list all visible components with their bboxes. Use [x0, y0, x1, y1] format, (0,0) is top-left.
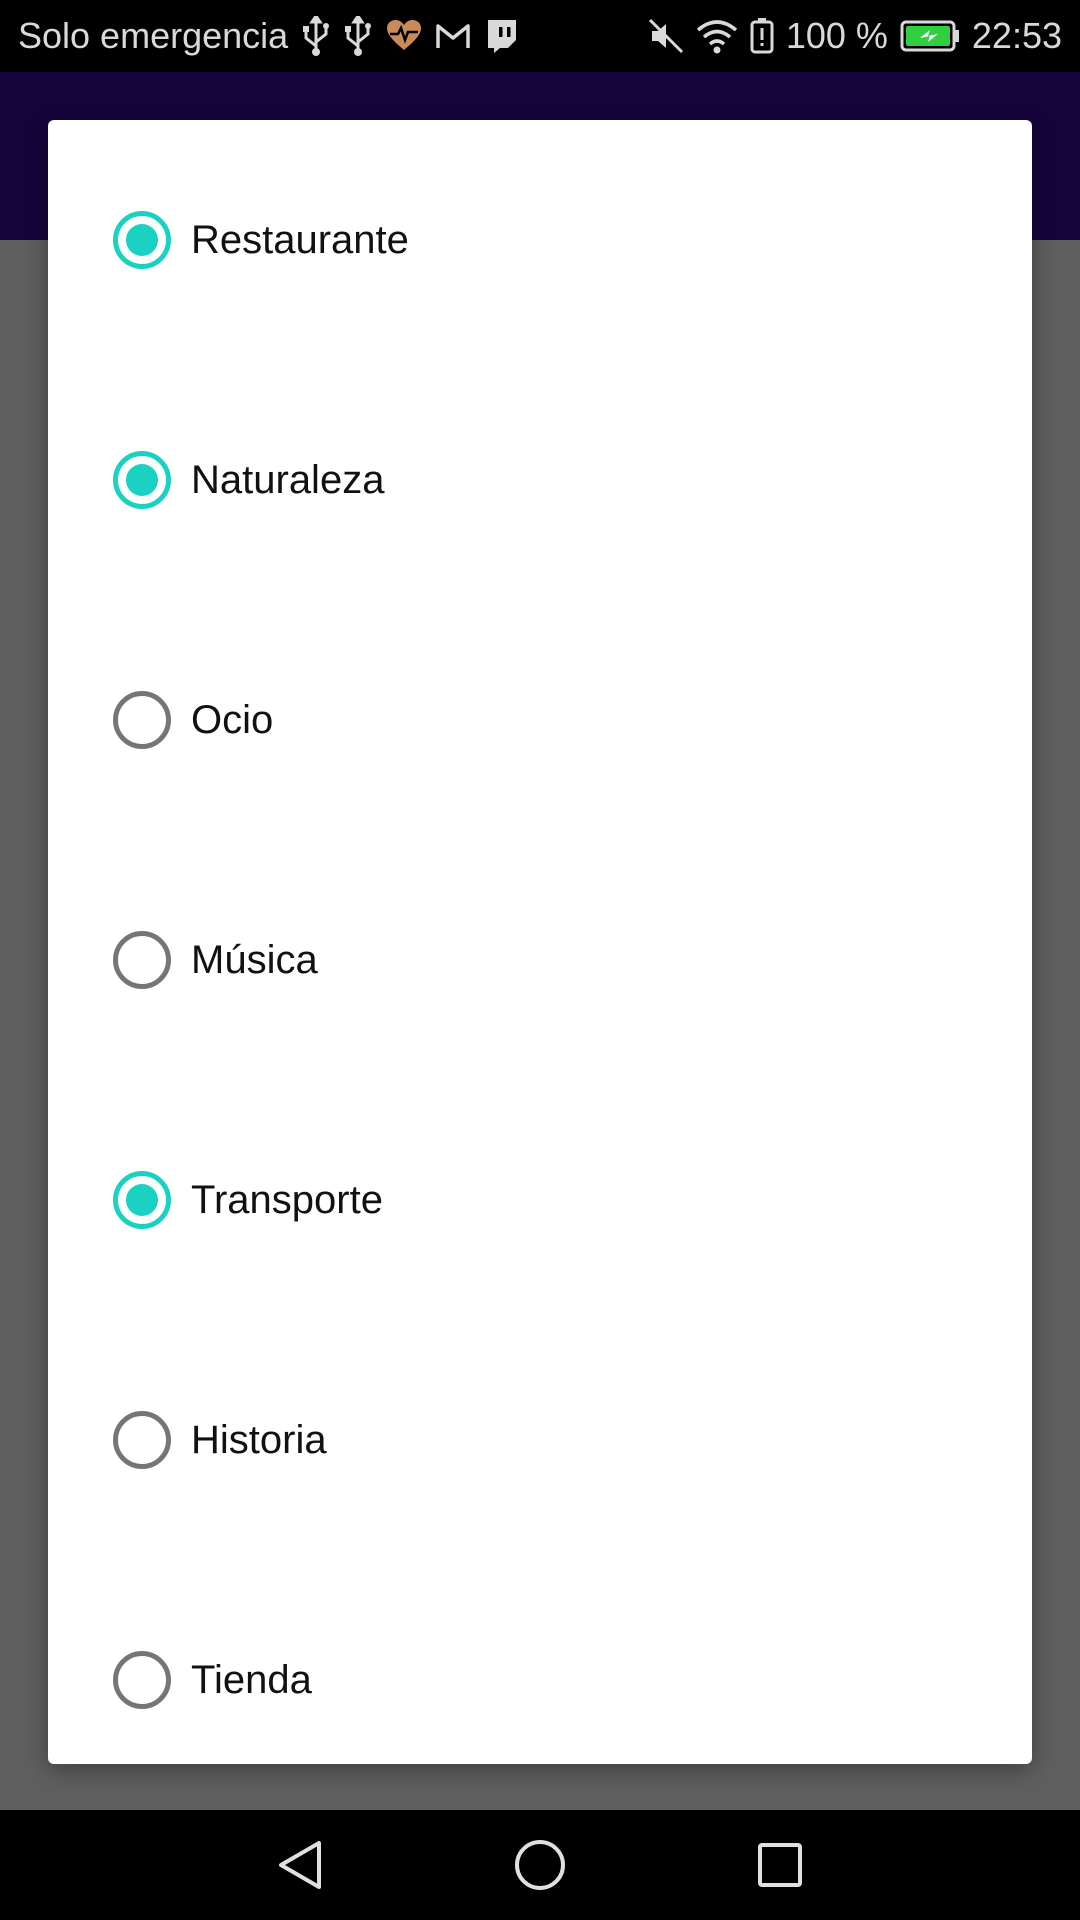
- radio-unchecked-icon[interactable]: [113, 691, 171, 749]
- radio-dot: [126, 464, 158, 496]
- radio-option-tienda[interactable]: Tienda: [48, 1560, 1032, 1800]
- radio-dot: [126, 1184, 158, 1216]
- back-icon: [279, 1841, 321, 1889]
- clock: 22:53: [971, 15, 1062, 56]
- radio-option-transporte[interactable]: Transporte: [48, 1080, 1032, 1320]
- radio-checked-icon[interactable]: [113, 211, 171, 269]
- wifi-icon: [696, 18, 738, 54]
- battery-charging-icon: [900, 20, 960, 52]
- status-left: Solo emergencia: [18, 15, 518, 57]
- radio-unchecked-icon[interactable]: [113, 1651, 171, 1709]
- status-bar: Solo emergencia 100 % 22:53: [0, 0, 1080, 72]
- radio-unchecked-icon[interactable]: [113, 931, 171, 989]
- option-label: Transporte: [191, 1177, 383, 1222]
- radio-unchecked-icon[interactable]: [113, 1411, 171, 1469]
- home-button[interactable]: [480, 1810, 600, 1920]
- radio-option-restaurante[interactable]: Restaurante: [48, 120, 1032, 360]
- gmail-icon: [436, 22, 470, 50]
- radio-option-musica[interactable]: Música: [48, 840, 1032, 1080]
- recents-icon: [758, 1843, 802, 1887]
- navigation-bar: [0, 1810, 1080, 1920]
- twitch-icon: [484, 18, 518, 54]
- usb-icon: [302, 16, 330, 56]
- back-button[interactable]: [240, 1810, 360, 1920]
- radio-checked-icon[interactable]: [113, 1171, 171, 1229]
- mute-icon: [648, 18, 684, 54]
- option-label: Historia: [191, 1417, 327, 1462]
- battery-alert-icon: [750, 18, 774, 54]
- radio-option-historia[interactable]: Historia: [48, 1320, 1032, 1560]
- status-right: 100 % 22:53: [648, 15, 1062, 57]
- option-label: Ocio: [191, 697, 274, 742]
- option-label: Tienda: [191, 1657, 312, 1702]
- battery-percent: 100 %: [785, 15, 888, 56]
- category-dialog: Restaurante Naturaleza Ocio Música Transport…: [48, 120, 1032, 1764]
- radio-option-naturaleza[interactable]: Naturaleza: [48, 360, 1032, 600]
- radio-option-ocio[interactable]: Ocio: [48, 600, 1032, 840]
- usb-icon: [344, 16, 372, 56]
- radio-checked-icon[interactable]: [113, 451, 171, 509]
- option-label: Música: [191, 937, 318, 982]
- option-label: Restaurante: [191, 217, 409, 262]
- carrier-text: Solo emergencia: [18, 15, 289, 56]
- health-icon: [386, 20, 422, 52]
- recents-button[interactable]: [720, 1810, 840, 1920]
- option-label: Naturaleza: [191, 457, 385, 502]
- radio-dot: [126, 224, 158, 256]
- home-icon: [515, 1840, 565, 1890]
